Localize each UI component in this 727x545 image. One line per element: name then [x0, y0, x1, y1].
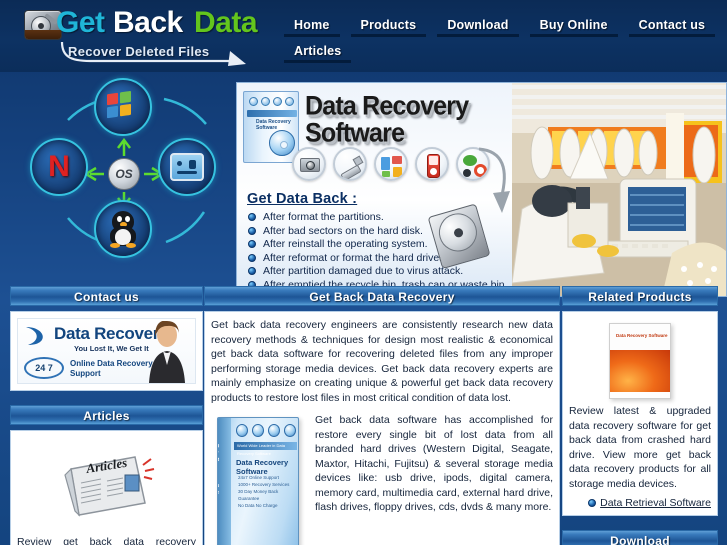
related-products-panel: Data Recovery Software Review latest & u…	[562, 311, 718, 516]
ipod-icon	[415, 147, 449, 181]
newspaper-icon: Articles	[63, 455, 154, 517]
hero-banner-content: Data Recovery Software Data Recovery Sof…	[237, 83, 543, 296]
bullet-text: After reinstall the operating system.	[263, 238, 428, 250]
section-header-main: Get Back Data Recovery	[204, 286, 560, 306]
related-products-link-row: Data Retrieval Software	[569, 497, 711, 509]
orange-box-artwork	[610, 350, 670, 394]
hdd-spindle	[38, 23, 44, 29]
contact-us-panel: Data Recovery You Lost It, We Get It 24 …	[10, 311, 203, 391]
nav-item-contact-us[interactable]: Contact us	[628, 18, 716, 37]
banner-curved-arrow-icon	[478, 147, 510, 213]
usb-drive-icon	[333, 147, 367, 181]
software-box-features: 24x7 Online Support 1000+ Recovery Servic…	[238, 475, 290, 508]
data-recovery-swirl-icon	[26, 327, 43, 345]
orange-software-box: Data Recovery Software	[609, 323, 671, 399]
bullet-icon	[248, 226, 256, 235]
banner-software-box-icon: Data Recovery Software	[243, 91, 299, 163]
main-content-panel: Get back data recovery engineers are con…	[204, 311, 560, 545]
os-node-windows	[94, 78, 152, 136]
os-core-label: OS	[108, 158, 140, 190]
left-sidebar: Contact us Data Recovery You Lost It, We…	[4, 286, 209, 545]
bullet-icon	[248, 253, 256, 262]
logo-word-back: Back	[113, 6, 183, 39]
main-paragraph-1: Get back data recovery engineers are con…	[211, 319, 553, 404]
main-paragraph-2-block: Data Recovery Software World Wide Leader…	[211, 413, 553, 545]
software-box-tagline: World Wide Leader in Data Recovery Softw…	[237, 443, 285, 456]
operating-systems-diagram: N OS	[4, 72, 242, 284]
dr-banner-subtitle: You Lost It, We Get It	[74, 344, 149, 353]
nav-item-articles[interactable]: Articles	[284, 44, 352, 63]
os-label-novell: N	[48, 150, 70, 183]
os-node-linux	[94, 200, 152, 258]
bullet-text: After partition damaged due to virus att…	[263, 265, 464, 277]
articles-panel: Articles Review get back data recovery a…	[10, 430, 203, 545]
software-box-spine: Data Recovery Software	[218, 418, 231, 545]
data-retrieval-software-link[interactable]: Data Retrieval Software	[600, 497, 711, 509]
software-box-tagline-bar: World Wide Leader in Data Recovery Softw…	[234, 442, 297, 456]
nav-item-products[interactable]: Products	[350, 18, 427, 37]
articles-image: Articles	[17, 437, 196, 535]
nav-item-home[interactable]: Home	[284, 18, 340, 37]
lab-photo-graphic	[512, 83, 726, 296]
main-content: Get Back Data Recovery Get back data rec…	[198, 286, 566, 545]
bullet-text: After bad sectors on the hard disk.	[263, 224, 423, 237]
dr-banner-badge: 24 7	[24, 357, 64, 379]
get-data-back-heading: Get Data Back :	[247, 191, 358, 207]
nav-row-secondary: Articles	[284, 44, 724, 63]
software-box-os-icons	[236, 424, 296, 437]
section-header-related-products: Related Products	[562, 286, 718, 306]
bullet-icon	[248, 267, 256, 275]
related-product-image: Data Recovery Software	[569, 318, 711, 404]
section-header-download: Download	[562, 530, 718, 545]
bullet-icon	[248, 213, 256, 221]
nav-row-primary: Home Products Download Buy Online Contac…	[284, 18, 724, 37]
memory-card-icon	[374, 147, 408, 181]
os-node-mac	[158, 138, 216, 196]
site-header: Get Back Data Recover Deleted Files Home…	[0, 0, 727, 72]
section-header-articles: Articles	[10, 405, 203, 425]
support-agent-photo	[149, 321, 185, 383]
data-recovery-support-banner[interactable]: Data Recovery You Lost It, We Get It 24 …	[17, 318, 196, 384]
hero-banner: Data Recovery Software Data Recovery Sof…	[236, 82, 727, 297]
banner-title: Data Recovery Software	[305, 90, 469, 149]
logo-word-data: Data	[194, 6, 258, 39]
orange-box-title: Data Recovery Software	[616, 333, 668, 338]
bullet-icon	[588, 499, 597, 507]
nav-item-download[interactable]: Download	[437, 18, 519, 37]
right-sidebar: Related Products Data Recovery Software …	[556, 286, 724, 545]
bullet-text: After format the partitions.	[263, 211, 384, 223]
center-software-box-image: Data Recovery Software World Wide Leader…	[211, 413, 307, 545]
dr-support-line2: Support	[70, 369, 101, 378]
os-node-novell: N	[30, 138, 88, 196]
software-box: Data Recovery Software World Wide Leader…	[217, 417, 299, 545]
logo-word-get: Get	[56, 6, 105, 39]
camera-icon	[292, 147, 326, 181]
main-navigation: Home Products Download Buy Online Contac…	[284, 18, 724, 63]
bullet-icon	[248, 240, 256, 248]
bullet-text: After reformat or format the hard drives…	[263, 251, 448, 264]
related-products-text: Review latest & upgraded data recovery s…	[569, 405, 711, 490]
banner-box-title: Data Recovery Software	[256, 119, 291, 131]
banner-icon-row	[292, 147, 507, 187]
section-header-contact-us: Contact us	[10, 286, 203, 306]
site-logo[interactable]: Get Back Data Recover Deleted Files	[16, 4, 268, 68]
orange-box-bottom	[610, 392, 670, 398]
articles-text: Review get back data recovery articles o…	[17, 536, 196, 545]
logo-tagline: Recover Deleted Files	[68, 44, 210, 59]
nav-item-buy-online[interactable]: Buy Online	[529, 18, 618, 37]
cleanroom-lab-photo	[512, 83, 726, 296]
software-box-spine-text: Data Recovery Software	[217, 444, 219, 507]
